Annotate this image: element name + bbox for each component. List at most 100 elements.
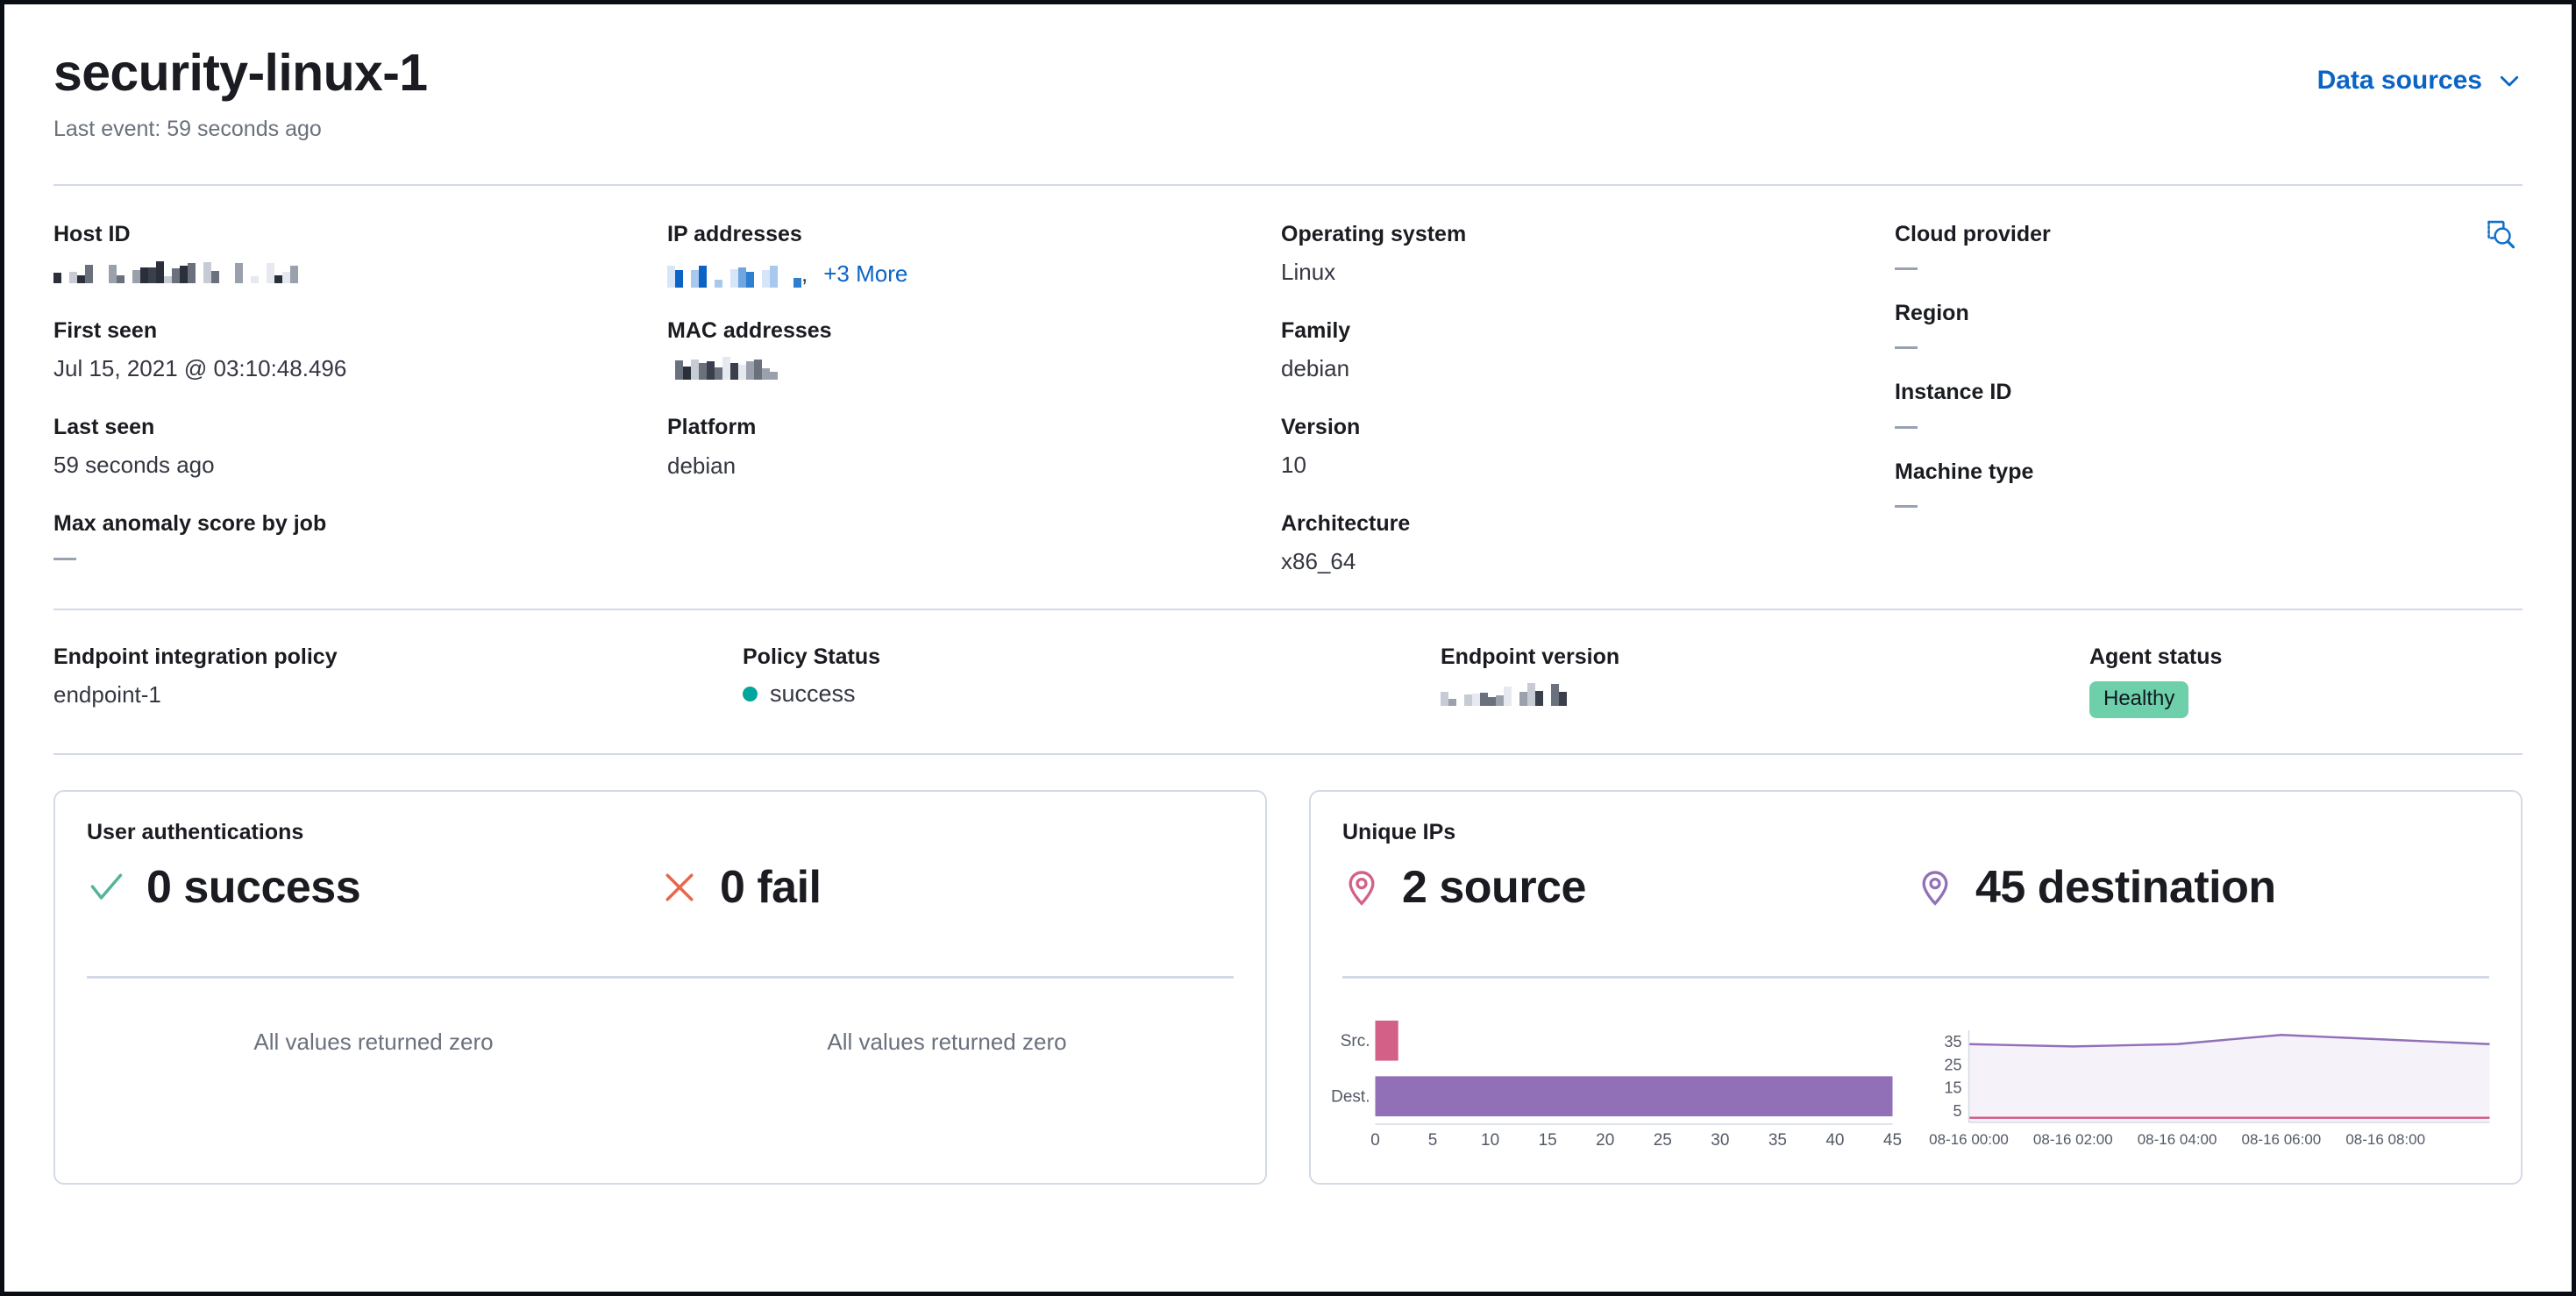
field-value: x86_64 xyxy=(1281,548,1356,575)
svg-text:08-16 00:00: 08-16 00:00 xyxy=(1929,1131,2009,1148)
summary-cards: User authentications 0 success 0 fail Al… xyxy=(53,790,2523,1186)
check-icon xyxy=(87,868,125,907)
field-last-seen: Last seen 59 seconds ago xyxy=(53,414,667,481)
redacted-ip-value xyxy=(667,265,801,288)
field-policy-status: Policy Status success xyxy=(720,644,1386,718)
metadata-column-1: Host ID First seen Jul 15, 2021 @ 03:10:… xyxy=(53,221,667,577)
card-divider xyxy=(87,976,1234,979)
svg-text:35: 35 xyxy=(1768,1131,1787,1150)
unique-ips-card: Unique IPs 2 source 45 destination Src. … xyxy=(1309,790,2523,1186)
svg-text:5: 5 xyxy=(1953,1102,1961,1120)
metadata-column-2: IP addresses , +3 More MAC addresses Pla… xyxy=(667,221,1281,577)
status-dot-icon xyxy=(743,687,758,702)
field-family: Family debian xyxy=(1281,317,1895,384)
data-sources-dropdown[interactable]: Data sources xyxy=(2317,66,2523,96)
auth-success-empty: All values returned zero xyxy=(253,1029,494,1056)
ips-destination-value: 45 destination xyxy=(1975,862,2276,914)
empty-value-dash xyxy=(1895,425,1918,429)
metadata-columns: Host ID First seen Jul 15, 2021 @ 03:10:… xyxy=(53,221,2523,577)
chevron-down-icon xyxy=(2496,68,2523,94)
empty-value-dash xyxy=(1895,504,1918,508)
svg-text:25: 25 xyxy=(1944,1057,1961,1074)
field-endpoint-integration-policy: Endpoint integration policy endpoint-1 xyxy=(53,644,720,718)
title-block: security-linux-1 Last event: 59 seconds … xyxy=(53,46,428,142)
policy-section: Endpoint integration policy endpoint-1 P… xyxy=(53,610,2523,753)
svg-text:20: 20 xyxy=(1596,1131,1614,1150)
svg-text:0: 0 xyxy=(1370,1131,1380,1150)
field-architecture: Architecture x86_64 xyxy=(1281,510,1895,577)
field-label: Last seen xyxy=(53,415,155,440)
auth-stats: 0 success 0 fail xyxy=(87,861,1234,914)
policy-status-value: success xyxy=(770,680,856,708)
map-marker-icon xyxy=(1342,868,1381,907)
ip-more-link[interactable]: +3 More xyxy=(823,260,907,288)
field-label: Host ID xyxy=(53,221,131,246)
svg-text:08-16 06:00: 08-16 06:00 xyxy=(2242,1131,2322,1148)
ips-stats: 2 source 45 destination xyxy=(1342,861,2489,914)
field-label: Machine type xyxy=(1895,459,2034,484)
svg-text:08-16 08:00: 08-16 08:00 xyxy=(2345,1131,2425,1148)
field-value: 59 seconds ago xyxy=(53,452,215,479)
field-cloud-provider: Cloud provider xyxy=(1895,221,2523,271)
auth-success-value: 0 success xyxy=(146,862,361,914)
field-label: Family xyxy=(1281,317,1351,343)
field-value: 10 xyxy=(1281,452,1306,479)
field-mac-addresses: MAC addresses xyxy=(667,317,1281,384)
field-label: Max anomaly score by job xyxy=(53,511,327,537)
field-value: Linux xyxy=(1281,259,1336,286)
field-label: First seen xyxy=(53,318,158,344)
empty-value-dash xyxy=(1895,267,1918,271)
auth-fail-stat[interactable]: 0 fail xyxy=(660,861,1234,914)
status-badge: Healthy xyxy=(2089,681,2189,719)
ips-bar-chart[interactable]: Src. Dest. 0 5 10 15 20 25 30 35 40 45 xyxy=(1327,1000,1911,1154)
field-host-id: Host ID xyxy=(53,221,667,288)
field-max-anomaly-score: Max anomaly score by job xyxy=(53,510,667,560)
host-metadata-section: Host ID First seen Jul 15, 2021 @ 03:10:… xyxy=(53,186,2523,609)
auth-empty-messages: All values returned zero All values retu… xyxy=(87,1029,1234,1056)
metadata-column-4: Cloud provider Region Instance ID Machin… xyxy=(1895,221,2523,577)
ips-source-stat[interactable]: 2 source xyxy=(1342,861,1916,914)
field-label: Platform xyxy=(667,415,757,440)
metadata-column-3: Operating system Linux Family debian Ver… xyxy=(1281,221,1895,577)
field-label: Endpoint version xyxy=(1441,644,1620,670)
empty-value-dash xyxy=(53,557,76,560)
card-title: Unique IPs xyxy=(1342,820,1456,845)
field-label: Architecture xyxy=(1281,511,1411,537)
auth-success-stat[interactable]: 0 success xyxy=(87,861,660,914)
user-authentications-card: User authentications 0 success 0 fail Al… xyxy=(53,790,1267,1186)
inspect-data-icon[interactable] xyxy=(2484,217,2517,251)
field-value: Jul 15, 2021 @ 03:10:48.496 xyxy=(53,355,347,382)
svg-text:30: 30 xyxy=(1711,1131,1729,1150)
field-first-seen: First seen Jul 15, 2021 @ 03:10:48.496 xyxy=(53,317,667,384)
svg-text:25: 25 xyxy=(1654,1131,1672,1150)
field-instance-id: Instance ID xyxy=(1895,379,2523,429)
svg-text:15: 15 xyxy=(1944,1079,1961,1097)
ips-visualizations: Src. Dest. 0 5 10 15 20 25 30 35 40 45 5 15 25 35 08-16… xyxy=(1327,1000,2505,1154)
field-label: MAC addresses xyxy=(667,318,832,344)
field-label: Cloud provider xyxy=(1895,221,2051,246)
field-value: debian xyxy=(1281,355,1350,382)
card-title: User authentications xyxy=(87,820,304,845)
map-marker-icon xyxy=(1916,868,1954,907)
svg-text:40: 40 xyxy=(1825,1131,1844,1150)
card-divider xyxy=(1342,976,2489,979)
field-label: IP addresses xyxy=(667,221,802,246)
ips-line-chart[interactable]: 5 15 25 35 08-16 00:00 08-16 02:00 08-16 04:00… xyxy=(1920,1000,2505,1154)
page-header: security-linux-1 Last event: 59 seconds … xyxy=(53,46,2523,142)
svg-text:Src.: Src. xyxy=(1341,1032,1370,1050)
svg-text:15: 15 xyxy=(1539,1131,1557,1150)
redacted-endpoint-version-value xyxy=(1441,683,1567,707)
field-agent-status: Agent status Healthy xyxy=(2053,644,2523,719)
ips-destination-stat[interactable]: 45 destination xyxy=(1916,861,2489,914)
ips-source-value: 2 source xyxy=(1402,862,1586,914)
field-label: Version xyxy=(1281,415,1361,440)
last-event-text: Last event: 59 seconds ago xyxy=(53,116,322,141)
field-operating-system: Operating system Linux xyxy=(1281,221,1895,288)
svg-text:08-16 02:00: 08-16 02:00 xyxy=(2033,1131,2113,1148)
page-content: security-linux-1 Last event: 59 seconds … xyxy=(4,4,2572,1292)
svg-text:Dest.: Dest. xyxy=(1331,1088,1370,1107)
svg-text:45: 45 xyxy=(1883,1131,1902,1150)
field-version: Version 10 xyxy=(1281,414,1895,481)
field-value: debian xyxy=(667,452,737,479)
host-details-page: security-linux-1 Last event: 59 seconds … xyxy=(0,0,2576,1296)
